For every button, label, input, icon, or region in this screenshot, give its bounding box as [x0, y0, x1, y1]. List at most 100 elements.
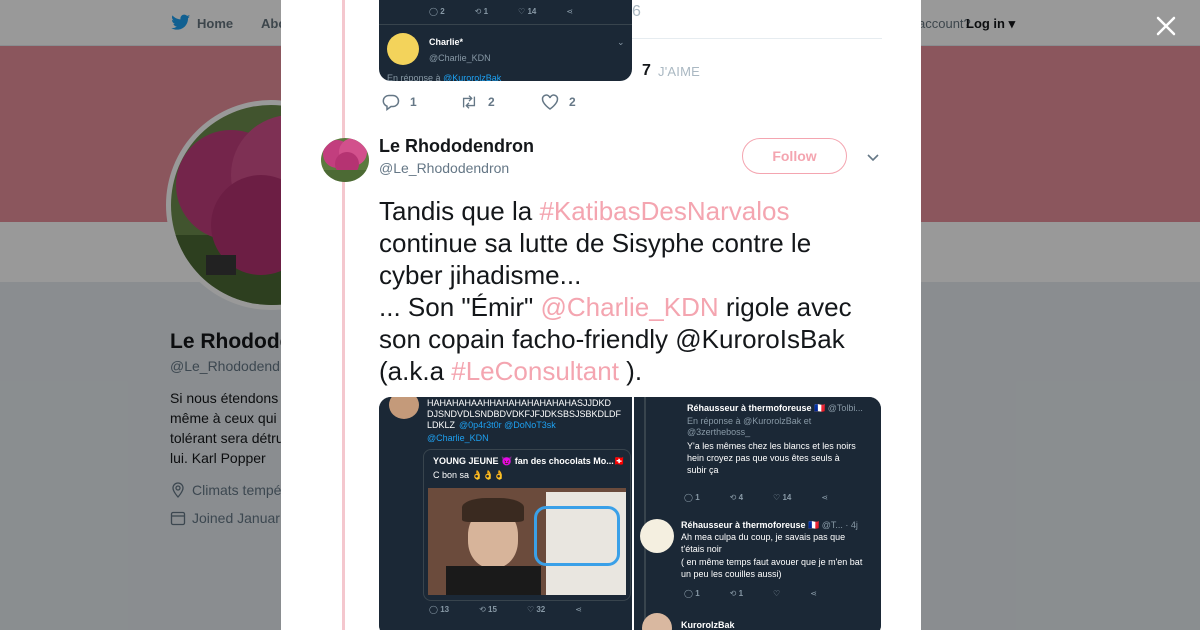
embedded-reply-to: En réponse à @KurorolzBak	[387, 73, 501, 81]
share-icon: ⋖	[575, 605, 582, 614]
previous-tweet-image[interactable]: ◯ 2 ⟲ 1 ♡ 14 ⋖ Charlie* @Charlie_KDN ⌄ E…	[379, 0, 632, 81]
screenshot-text: ( en même temps faut avouer que je m'en …	[681, 557, 863, 567]
screenshot-actions: ◯ 13 ⟲ 15 ♡ 32 ⋖	[429, 605, 612, 614]
share-icon: ⋖	[821, 493, 829, 502]
screenshot-text: DJSNDVDLSNDBDVDKFJFJDKSBSJSBKDLDF	[427, 409, 622, 419]
screenshot-retweet-count: 1	[738, 589, 744, 598]
screenshot-user: Réhausseur à thermoforeuse 🇫🇷 @Tolbi...	[687, 403, 863, 414]
tweet-author-handle[interactable]: @Le_Rhododendron	[379, 160, 509, 176]
screenshot-reply-count: 13	[440, 605, 450, 614]
like-count: 2	[569, 95, 576, 109]
screenshot-actions: ◯ 1 ⟲ 1 ♡ ⋖	[684, 589, 847, 598]
screenshot-text: un peu les couilles aussi)	[681, 569, 782, 579]
user-avatar	[389, 397, 419, 419]
tweet-line: (a.k.a #LeConsultant ).	[379, 355, 899, 387]
retweet-count: ⟲ 15	[479, 605, 497, 614]
tweet-modal: ◯ 2 ⟲ 1 ♡ 14 ⋖ Charlie* @Charlie_KDN ⌄ E…	[281, 0, 921, 630]
tweet-author-name[interactable]: Le Rhododendron	[379, 136, 534, 157]
screenshot-text: Y'a les mêmes chez les blancs et les noi…	[687, 441, 856, 451]
text-segment: (a.k.a	[379, 356, 452, 386]
retweet-count: ⟲ 1	[474, 7, 489, 16]
share-icon: ⋖	[566, 7, 574, 16]
retweet-count: 2	[488, 95, 495, 109]
embedded-user-handle: @Charlie_KDN	[429, 53, 491, 63]
tweet-text: Tandis que la #KatibasDesNarvalos contin…	[379, 195, 899, 387]
screenshot-user-handle: @Tolbi...	[827, 403, 863, 413]
like-count: ♡ 14	[773, 493, 792, 502]
embedded-like-count: 14	[527, 7, 537, 16]
retweet-count: ⟲ 4	[729, 493, 744, 502]
charlie-avatar	[387, 33, 419, 65]
screenshot-mention: @0p4r3t0r @DoNoT3sk	[459, 420, 556, 430]
embedded-retweet-count: 1	[483, 7, 489, 16]
hashtag-link[interactable]: #KatibasDesNarvalos	[539, 196, 789, 226]
screenshot-reply-count: 1	[695, 493, 700, 502]
like-button[interactable]: 2	[541, 92, 576, 112]
reply-count: ◯ 1	[684, 493, 700, 502]
reply-to-prefix: En réponse à	[387, 73, 441, 81]
embedded-actions: ◯ 2 ⟲ 1 ♡ 14 ⋖	[429, 7, 603, 16]
like-count: ♡ 32	[526, 605, 546, 614]
reply-icon	[382, 94, 400, 111]
likes-count: 7	[642, 62, 651, 79]
thread-connector-line	[342, 0, 345, 630]
tweet-line: Tandis que la #KatibasDesNarvalos	[379, 195, 899, 227]
retweet-icon	[462, 95, 476, 109]
screenshot-like-count: 14	[782, 493, 792, 502]
screenshot-reply-count: 1	[695, 589, 700, 598]
reply-count: ◯ 2	[429, 7, 445, 16]
text-segment: Tandis que la	[379, 196, 540, 226]
screenshot-user-meta: @T... · 4j	[821, 520, 858, 530]
tweet-line: cyber jihadisme...	[379, 260, 582, 290]
like-count: ♡ 14	[518, 7, 537, 16]
screenshot-text: subir ça	[687, 465, 719, 475]
heart-icon	[541, 94, 559, 110]
tweet-author-avatar[interactable]	[321, 138, 369, 182]
user-avatar	[642, 613, 672, 630]
divider	[379, 24, 632, 25]
share-icon: ⋖	[810, 589, 817, 598]
tweet-line: continue sa lutte de Sisyphe contre le	[379, 228, 812, 258]
chevron-down-icon[interactable]	[865, 149, 881, 165]
screenshot-user-name: KurorolzBak	[681, 620, 735, 630]
screenshot-mention: @Charlie_KDN	[427, 433, 489, 443]
retweet-button[interactable]: 2	[460, 92, 495, 112]
reply-to-handle: @KurorolzBak	[443, 73, 502, 81]
screenshot-text: hein croyez pas que vous êtes seuls à	[687, 453, 840, 463]
screenshot-text: t'étais noir	[681, 544, 722, 554]
quoted-photo	[428, 488, 626, 595]
like-icon: ♡	[773, 589, 781, 598]
tweet-media[interactable]: HAHAHAHAAHHAHAHAHAHAHAHASJJDKD DJSNDVDLS…	[379, 397, 881, 630]
follow-button[interactable]: Follow	[742, 138, 847, 174]
screenshot-user: Réhausseur à thermoforeuse 🇫🇷 @T... · 4j	[681, 520, 858, 531]
mention-link[interactable]: @Charlie_KDN	[541, 292, 719, 322]
screenshot-like-count: 32	[536, 605, 546, 614]
quoted-text: C bon sa 👌👌👌	[433, 470, 506, 480]
thread-line	[644, 397, 646, 630]
text-segment: ... Son "Émir"	[379, 292, 541, 322]
screenshot-reply-to: @3zertheboss_	[687, 427, 751, 437]
reply-count: ◯ 13	[429, 605, 450, 614]
screenshot-user-name: Réhausseur à thermoforeuse 🇫🇷	[687, 403, 826, 413]
close-icon[interactable]	[1152, 12, 1180, 40]
text-segment: rigole avec	[718, 292, 852, 322]
media-image-left[interactable]: HAHAHAHAAHHAHAHAHAHAHAHASJJDKD DJSNDVDLS…	[379, 397, 632, 630]
screenshot-text: LDKLZ	[427, 420, 456, 430]
embedded-reply-count: 2	[440, 7, 445, 16]
media-image-right[interactable]: Réhausseur à thermoforeuse 🇫🇷 @Tolbi... …	[634, 397, 881, 630]
hashtag-link[interactable]: #LeConsultant	[451, 356, 619, 386]
reply-and: et	[803, 416, 812, 426]
reply-count: ◯ 1	[684, 589, 700, 598]
embedded-user-name: Charlie*	[429, 37, 464, 47]
screenshot-reply-to: En réponse à @KurorolzBak et	[687, 416, 811, 427]
screenshot-text: HAHAHAHAAHHAHAHAHAHAHAHASJJDKD	[427, 398, 612, 408]
fleur-de-lis-avatar	[640, 519, 674, 553]
screenshot-retweet-count: 15	[488, 605, 497, 614]
rhododendron-thumb	[321, 138, 369, 182]
quoted-user: YOUNG JEUNE 😈 fan des chocolats Mo...🇨🇭	[433, 456, 625, 466]
tweet-line: ... Son "Émir" @Charlie_KDN rigole avec	[379, 291, 899, 323]
reply-button[interactable]: 1	[382, 92, 417, 112]
screenshot-retweet-count: 4	[738, 493, 744, 502]
screenshot-text: Ah mea culpa du coup, je savais pas que	[681, 532, 846, 542]
screenshot-actions: ◯ 1 ⟲ 4 ♡ 14 ⋖	[684, 493, 858, 502]
